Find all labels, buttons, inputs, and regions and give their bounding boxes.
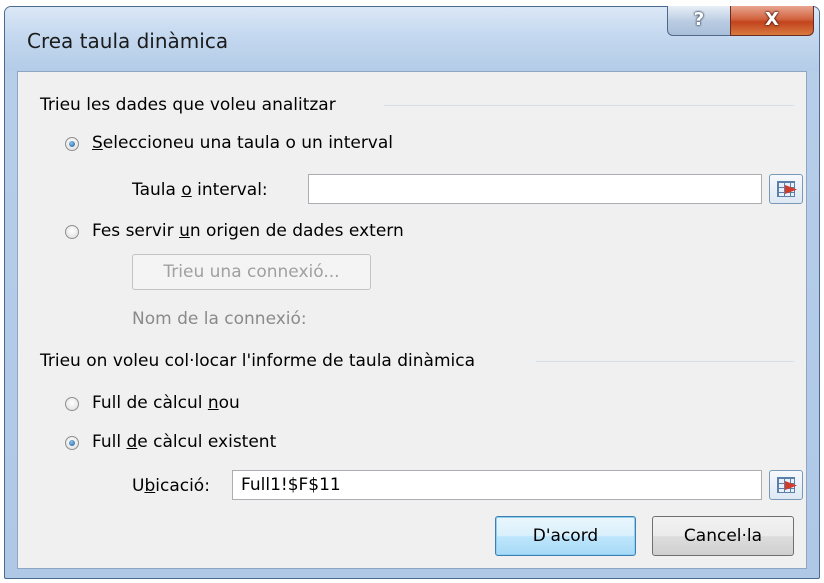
close-button[interactable]: X	[730, 6, 814, 36]
location-selector-button[interactable]	[769, 470, 803, 500]
existing-worksheet-label[interactable]: Full de càlcul existent	[92, 432, 276, 452]
destination-section-heading: Trieu on voleu col·locar l'informe de ta…	[40, 351, 475, 371]
range-input[interactable]	[308, 174, 762, 204]
new-worksheet-label[interactable]: Full de càlcul nou	[92, 393, 240, 413]
external-source-label[interactable]: Fes servir un origen de dades extern	[92, 221, 404, 241]
select-table-label[interactable]: Seleccioneu una taula o un interval	[92, 133, 393, 153]
cancel-button[interactable]: Cancel·la	[652, 516, 794, 556]
ok-button[interactable]: D'acord	[495, 516, 636, 556]
new-worksheet-radio[interactable]	[65, 397, 79, 411]
existing-worksheet-radio[interactable]	[65, 436, 79, 450]
connection-name-label: Nom de la connexió:	[132, 309, 307, 329]
location-label: Ubicació:	[132, 476, 210, 496]
external-source-radio[interactable]	[65, 225, 79, 239]
dialog-title: Crea taula dinàmica	[27, 29, 229, 53]
help-button[interactable]: ?	[667, 6, 731, 36]
create-pivot-table-dialog: Crea taula dinàmica ? X Trieu les dades …	[4, 6, 820, 579]
select-table-radio[interactable]	[65, 137, 79, 151]
location-input[interactable]: Full1!$F$11	[232, 470, 762, 500]
source-section-divider	[384, 105, 794, 106]
destination-section-divider	[536, 361, 794, 362]
dialog-body: Trieu les dades que voleu analitzar Sele…	[17, 71, 807, 569]
range-selector-button[interactable]	[769, 174, 803, 204]
choose-connection-button[interactable]: Trieu una connexió...	[132, 254, 371, 290]
range-label: Taula o interval:	[132, 180, 268, 200]
source-section-heading: Trieu les dades que voleu analitzar	[40, 95, 336, 115]
